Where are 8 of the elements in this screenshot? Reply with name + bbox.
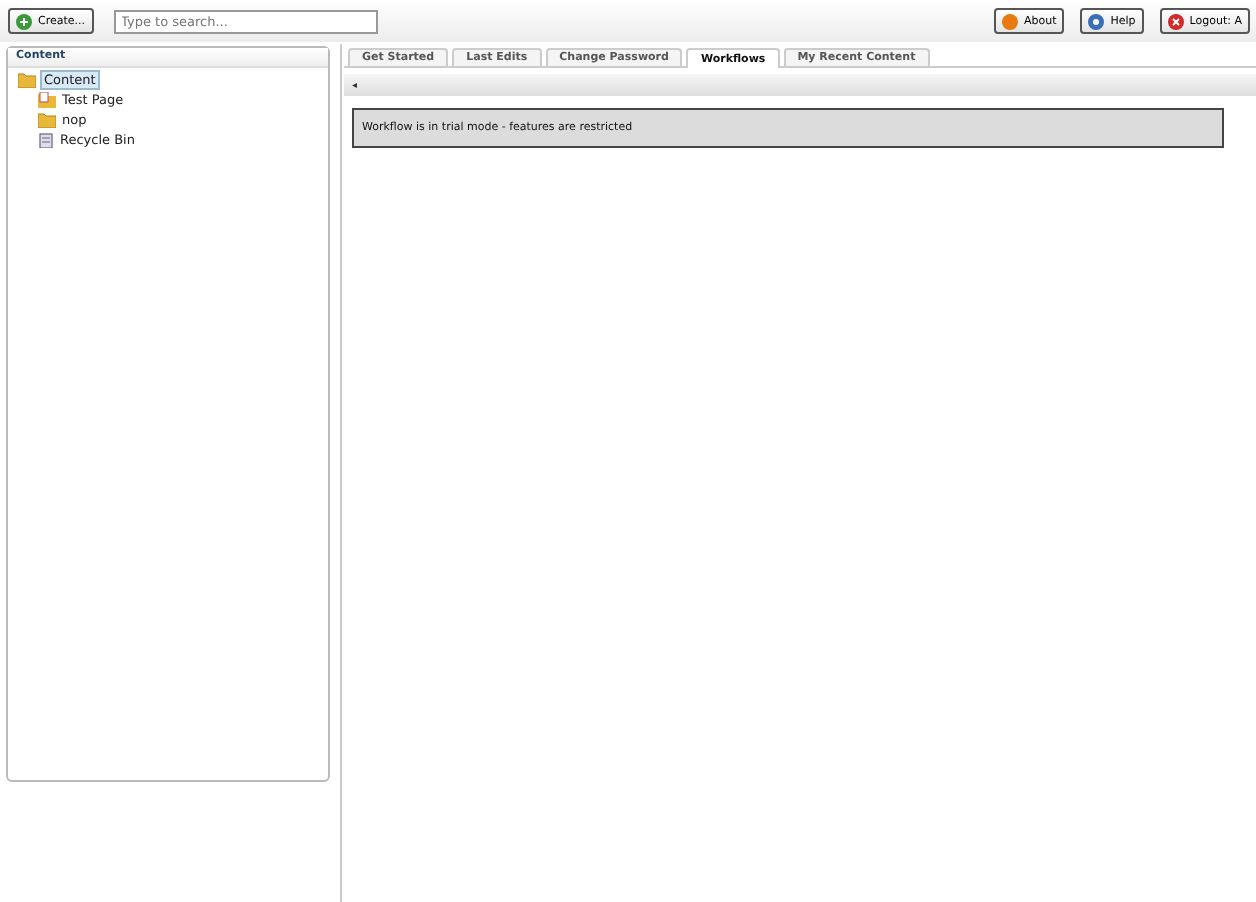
recycle-bin-icon — [38, 132, 54, 148]
help-icon — [1088, 13, 1105, 29]
folder-icon — [18, 72, 36, 88]
info-icon — [1001, 13, 1018, 29]
page-folder-icon — [38, 92, 56, 108]
folder-icon — [38, 112, 56, 128]
plus-icon — [16, 13, 32, 29]
logout-icon — [1167, 13, 1184, 29]
